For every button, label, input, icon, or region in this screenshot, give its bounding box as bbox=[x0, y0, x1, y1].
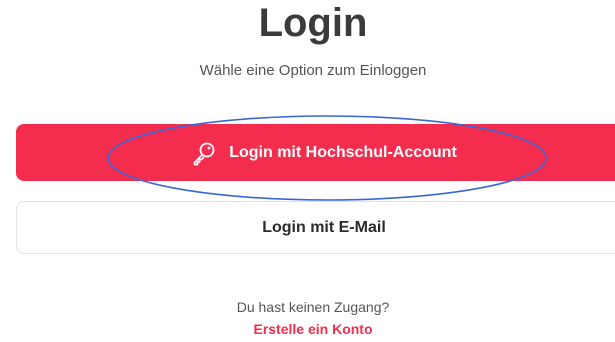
login-hochschul-label: Login mit Hochschul-Account bbox=[229, 143, 457, 161]
login-hochschul-button[interactable]: Login mit Hochschul-Account bbox=[16, 124, 615, 181]
key-icon bbox=[191, 140, 217, 166]
page-title: Login bbox=[258, 1, 368, 45]
create-account-link-wrapper: Erstelle ein Konto bbox=[0, 320, 615, 338]
create-account-link[interactable]: Erstelle ein Konto bbox=[253, 321, 372, 337]
login-page: Login Wähle eine Option zum Einloggen Lo… bbox=[0, 0, 615, 342]
page-subtitle: Wähle eine Option zum Einloggen bbox=[199, 62, 427, 79]
login-email-button[interactable]: Login mit E-Mail bbox=[16, 201, 615, 254]
login-email-label: Login mit E-Mail bbox=[262, 218, 386, 236]
no-access-text: Du hast keinen Zugang? bbox=[236, 299, 390, 315]
